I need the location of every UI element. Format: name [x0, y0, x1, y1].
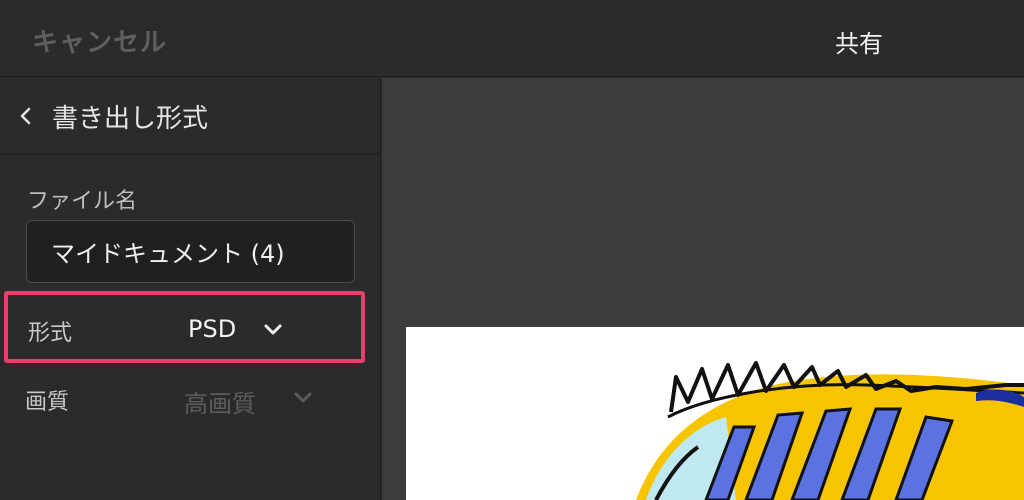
export-sidebar: 書き出し形式 ファイル名 形式 PSD 画質 高画質: [0, 78, 381, 500]
chevron-down-icon: [294, 392, 312, 403]
export-format-title: 書き出し形式: [52, 104, 209, 134]
chevron-left-icon: [20, 107, 31, 125]
quality-label: 画質: [25, 390, 70, 415]
preview-area: [382, 78, 1024, 500]
quality-select[interactable]: 画質 高画質: [0, 370, 381, 426]
quality-value: 高画質: [184, 390, 256, 418]
back-button[interactable]: 書き出し形式: [0, 78, 381, 155]
file-name-input[interactable]: [26, 220, 355, 283]
file-name-label: ファイル名: [27, 189, 138, 214]
artboard-preview: [406, 327, 1024, 500]
fish-illustration: [636, 361, 1024, 500]
share-button[interactable]: 共有: [835, 24, 883, 59]
cancel-button[interactable]: キャンセル: [32, 22, 167, 59]
format-value: PSD: [188, 315, 237, 343]
top-bar: キャンセル 共有: [0, 0, 1024, 77]
format-label: 形式: [28, 321, 73, 346]
chevron-down-icon: [264, 324, 282, 335]
format-select[interactable]: 形式 PSD: [4, 291, 365, 363]
